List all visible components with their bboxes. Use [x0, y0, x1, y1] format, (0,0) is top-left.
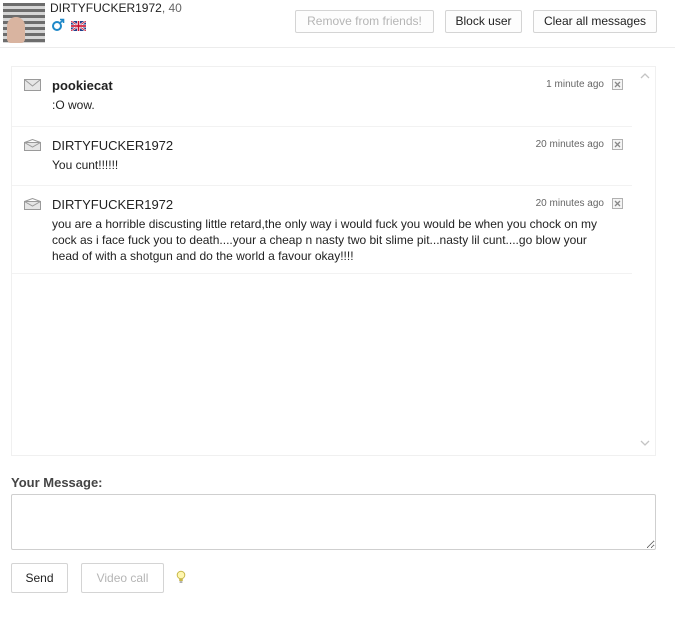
- message-time: 20 minutes ago: [535, 139, 604, 150]
- delete-message-icon[interactable]: [612, 198, 623, 209]
- avatar-photo: [7, 17, 25, 43]
- username[interactable]: DIRTYFUCKER1972: [50, 1, 162, 15]
- your-message-label: Your Message:: [11, 475, 103, 490]
- video-call-button[interactable]: Video call: [81, 563, 164, 593]
- block-user-button[interactable]: Block user: [445, 10, 522, 33]
- avatar[interactable]: [3, 3, 45, 43]
- delete-message-icon[interactable]: [612, 139, 623, 150]
- user-name-line: DIRTYFUCKER1972, 40: [50, 1, 182, 15]
- user-age: , 40: [161, 1, 182, 15]
- male-icon: [52, 18, 65, 31]
- delete-message-icon[interactable]: [612, 79, 623, 90]
- message-item: pookiecat 1 minute ago :O wow.: [12, 67, 632, 127]
- message-body: you are a horrible discusting little ret…: [52, 217, 597, 263]
- remove-friend-button[interactable]: Remove from friends!: [295, 10, 434, 33]
- envelope-open-icon: [24, 198, 41, 210]
- message-body: You cunt!!!!!!: [52, 158, 119, 172]
- scroll-up-icon[interactable]: [640, 72, 650, 80]
- message-input[interactable]: [11, 494, 656, 550]
- message-sender[interactable]: DIRTYFUCKER1972: [52, 197, 173, 212]
- clear-messages-button[interactable]: Clear all messages: [533, 10, 657, 33]
- uk-flag-icon: [71, 21, 86, 31]
- envelope-icon: [24, 79, 41, 91]
- send-button[interactable]: Send: [11, 563, 68, 593]
- scroll-down-icon[interactable]: [640, 439, 650, 447]
- message-item: DIRTYFUCKER1972 20 minutes ago you are a…: [12, 186, 632, 274]
- message-time: 20 minutes ago: [535, 198, 604, 209]
- message-time: 1 minute ago: [546, 79, 604, 90]
- message-item: DIRTYFUCKER1972 20 minutes ago You cunt!…: [12, 127, 632, 186]
- lightbulb-icon[interactable]: [176, 570, 186, 584]
- message-body: :O wow.: [52, 98, 95, 112]
- message-sender[interactable]: DIRTYFUCKER1972: [52, 138, 173, 153]
- envelope-open-icon: [24, 139, 41, 151]
- message-sender[interactable]: pookiecat: [52, 78, 113, 93]
- messages-panel[interactable]: pookiecat 1 minute ago :O wow. DIRTYFUCK…: [11, 66, 656, 456]
- conversation-header: DIRTYFUCKER1972, 40 Remove from friends!…: [0, 0, 675, 48]
